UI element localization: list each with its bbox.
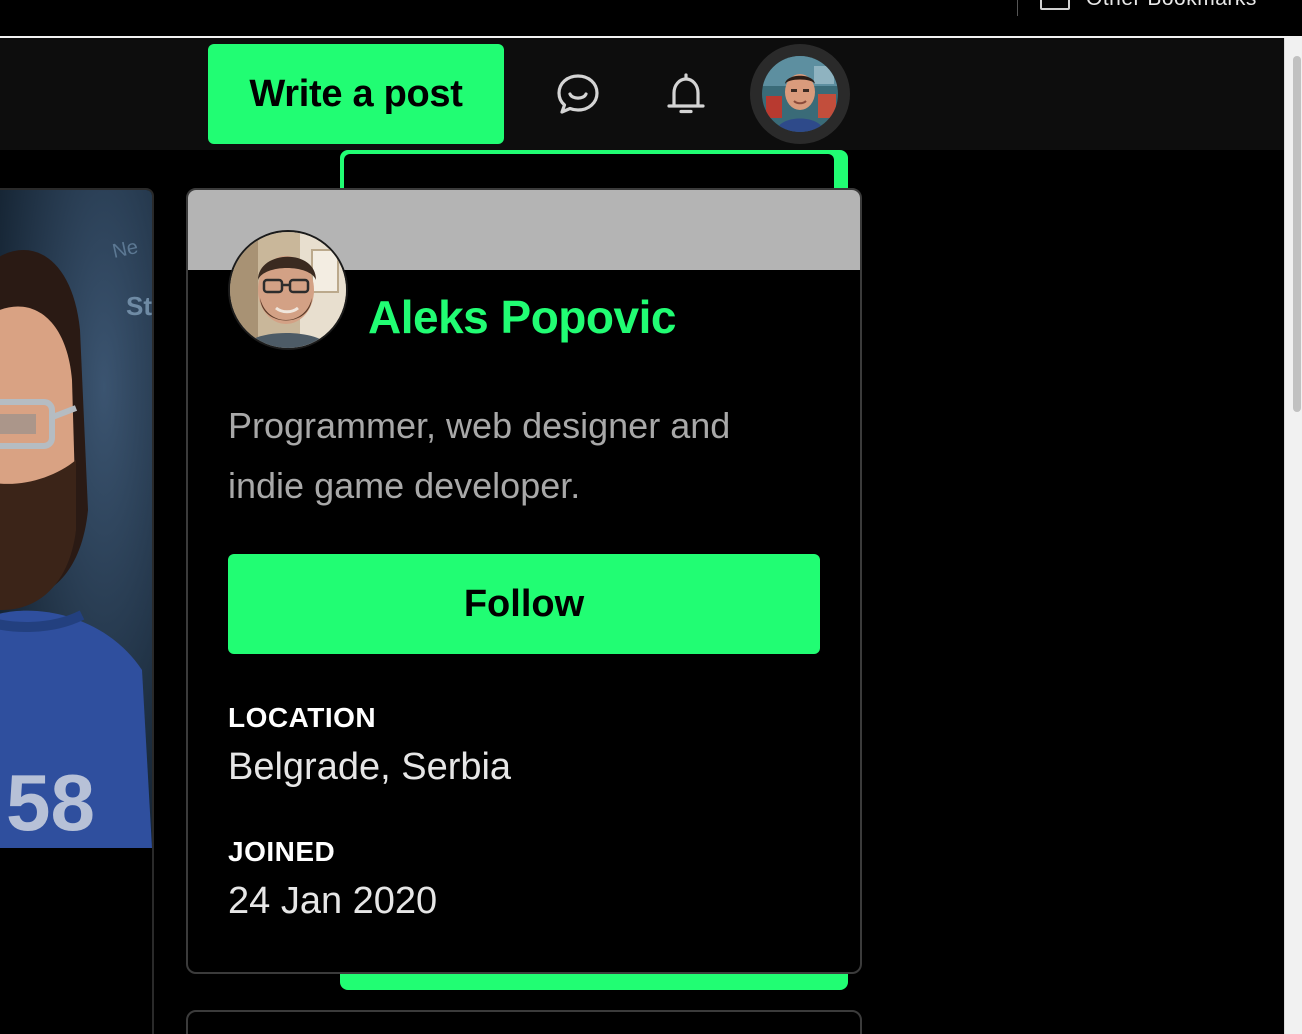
svg-text:58: 58 — [6, 758, 95, 847]
location-value: Belgrade, Serbia — [228, 746, 512, 788]
profile-name[interactable]: Aleks Popovic — [368, 290, 676, 344]
follow-button[interactable]: Follow — [228, 554, 820, 654]
page: Other Bookmarks Write a post — [0, 0, 1302, 1034]
site-header: Write a post — [0, 38, 1284, 150]
user-avatar — [762, 56, 838, 132]
chat-icon[interactable] — [556, 72, 600, 116]
other-bookmarks-link[interactable]: Other Bookmarks — [1086, 0, 1257, 11]
joined-value: 24 Jan 2020 — [228, 880, 438, 922]
profile-popover: Aleks Popovic Programmer, web designer a… — [186, 188, 862, 974]
svg-text:St: St — [126, 291, 152, 321]
article-card[interactable]: Ne St big 58 — [0, 188, 154, 1034]
user-avatar-button[interactable] — [750, 44, 850, 144]
joined-label: JOINED — [228, 836, 336, 867]
bookmarks-divider — [1017, 0, 1018, 16]
next-card — [186, 1010, 862, 1034]
profile-bio: Programmer, web designer and indie game … — [228, 405, 731, 506]
article-cover-image[interactable]: Ne St big 58 — [0, 190, 152, 848]
bell-icon[interactable] — [664, 72, 708, 116]
scrollbar-thumb[interactable] — [1293, 56, 1301, 412]
location-label: LOCATION — [228, 702, 377, 733]
write-post-button[interactable]: Write a post — [208, 44, 504, 144]
profile-avatar[interactable] — [228, 230, 348, 350]
page-scrollbar[interactable] — [1284, 38, 1302, 1034]
bookmarks-bar: Other Bookmarks — [0, 0, 1302, 38]
folder-icon[interactable] — [1040, 0, 1070, 10]
